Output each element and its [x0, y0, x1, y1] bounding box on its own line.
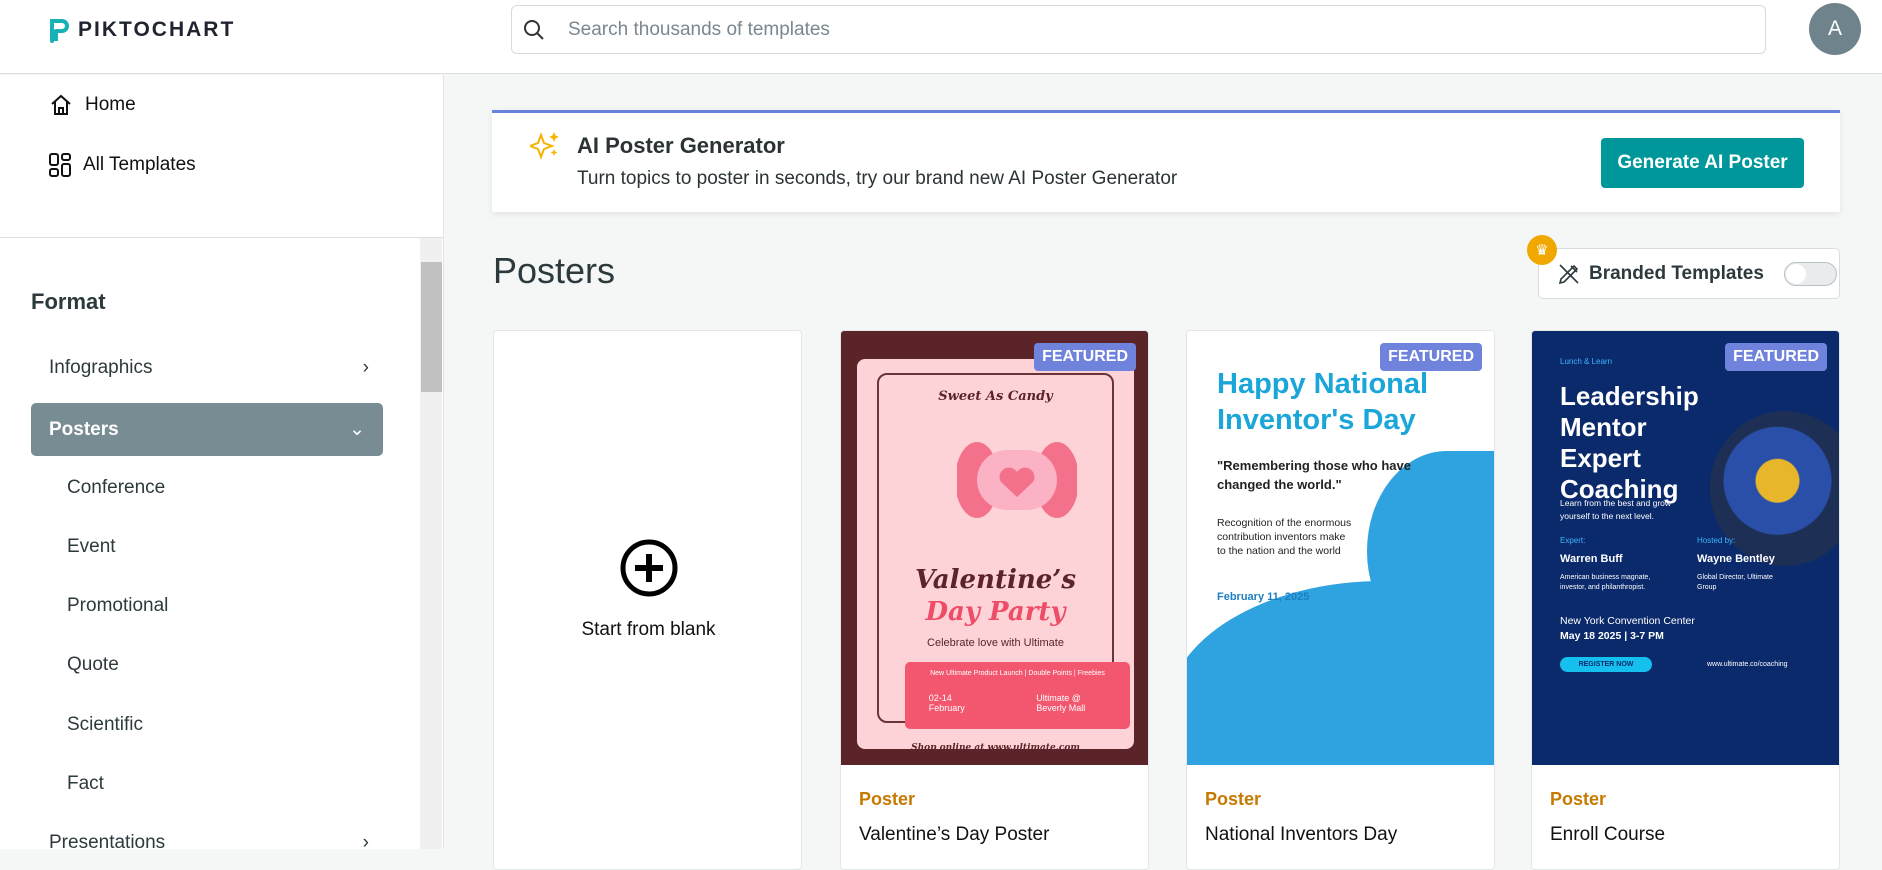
card-category: Poster: [859, 789, 916, 809]
sparkle-icon: [530, 132, 559, 160]
poster-text: American business magnate, investor, and…: [1560, 574, 1651, 591]
poster-text: May 18 2025 | 3-7 PM: [1560, 630, 1664, 642]
poster-text: Celebrate love with Ultimate: [927, 637, 1064, 649]
top-header: PIKTOCHART A: [0, 0, 1882, 74]
user-avatar[interactable]: A: [1809, 3, 1861, 55]
featured-badge: FEATURED: [1034, 343, 1136, 371]
logo-text: PIKTOCHART: [78, 18, 236, 41]
sidebar-divider: [0, 237, 444, 238]
search-icon: [524, 19, 544, 40]
sidebar-item-presentations[interactable]: Presentations ›: [49, 832, 369, 854]
search-input[interactable]: [568, 18, 1765, 41]
generate-ai-poster-button[interactable]: Generate AI Poster: [1601, 138, 1804, 188]
start-from-blank-label: Start from blank: [581, 619, 716, 640]
branded-templates-toggle[interactable]: Branded Templates: [1538, 248, 1840, 299]
poster-text: REGISTER NOW: [1560, 657, 1652, 672]
template-thumbnail: Sweet As Candy Valentine’s Day Party Cel…: [841, 331, 1148, 765]
template-thumbnail: Happy National Inventor's Day "Rememberi…: [1187, 331, 1494, 765]
card-title[interactable]: Enroll Course: [1550, 824, 1665, 846]
format-heading: Format: [31, 289, 106, 314]
poster-text: Valentine’s: [915, 565, 1076, 595]
poster-text: "Remembering those who have changed the …: [1217, 458, 1411, 492]
sidebar-sub-scientific[interactable]: Scientific: [67, 714, 143, 736]
poster-text: Hosted by:: [1697, 536, 1736, 545]
poster-text: Wayne Bentley: [1697, 553, 1775, 565]
featured-badge: FEATURED: [1725, 343, 1827, 371]
poster-text: Sweet As Candy: [938, 389, 1053, 404]
poster-text: Happy National Inventor's Day: [1217, 368, 1429, 436]
sidebar-item-all-templates[interactable]: All Templates: [49, 153, 196, 177]
templates-grid-icon: [49, 153, 71, 177]
poster-text: Warren Buff: [1560, 553, 1623, 565]
piktochart-logo-icon: [50, 19, 69, 43]
template-card[interactable]: Lunch & Learn Leadership Mentor Expert C…: [1531, 330, 1840, 870]
poster-text: 02-14 February: [928, 693, 965, 713]
scrollbar-thumb[interactable]: [421, 262, 442, 392]
poster-text: Day Party: [925, 597, 1066, 627]
page-title: Posters: [493, 250, 616, 291]
infographics-label: Infographics: [49, 357, 153, 378]
search-bar[interactable]: [511, 5, 1766, 54]
presentations-label: Presentations: [49, 832, 166, 853]
brush-pencil-icon: [1558, 263, 1579, 284]
branded-templates-label: Branded Templates: [1589, 262, 1764, 284]
banner-subtitle: Turn topics to poster in seconds, try ou…: [577, 168, 1178, 189]
featured-badge: FEATURED: [1380, 343, 1482, 371]
poster-text: New York Convention Center May 18 2025 | …: [1560, 614, 1695, 644]
card-title[interactable]: Valentine’s Day Poster: [859, 824, 1049, 846]
start-from-blank-card[interactable]: Start from blank: [493, 330, 802, 870]
sidebar-sub-fact[interactable]: Fact: [67, 773, 104, 795]
poster-text: www.ultimate.co/coaching: [1707, 661, 1788, 668]
sidebar-sub-quote[interactable]: Quote: [67, 654, 119, 676]
sidebar-item-infographics[interactable]: Infographics ›: [49, 357, 369, 379]
sidebar-item-home[interactable]: Home: [49, 93, 136, 117]
ai-poster-banner: AI Poster Generator Turn topics to poste…: [492, 110, 1840, 212]
poster-text: Learn from the best and grow yourself to…: [1560, 498, 1672, 521]
poster-text: February 11, 2025: [1217, 591, 1310, 603]
sidebar-sub-promotional[interactable]: Promotional: [67, 595, 168, 617]
posters-label: Posters: [49, 418, 119, 440]
chevron-right-icon: ›: [362, 832, 369, 853]
sidebar-sub-conference[interactable]: Conference: [67, 477, 165, 499]
poster-text: Global Director, Ultimate Group: [1697, 574, 1773, 591]
all-templates-label: All Templates: [83, 154, 196, 175]
chevron-down-icon: ⌄: [349, 419, 365, 440]
plus-circle-icon: [620, 539, 678, 597]
poster-text: New York Convention Center: [1560, 615, 1695, 627]
poster-text: Lunch & Learn: [1560, 357, 1613, 366]
candy-heart-illustration: [957, 442, 1077, 518]
template-card[interactable]: Sweet As Candy Valentine’s Day Party Cel…: [840, 330, 1149, 870]
poster-text: Ultimate @ Beverly Mall: [1036, 693, 1086, 713]
home-label: Home: [85, 94, 136, 115]
poster-text: Recognition of the enormous contribution…: [1217, 517, 1352, 557]
piktochart-logo[interactable]: PIKTOCHART: [48, 17, 235, 43]
toggle-switch[interactable]: [1783, 261, 1837, 286]
poster-text: Leadership Mentor Expert Coaching: [1560, 381, 1699, 504]
sidebar-sub-event[interactable]: Event: [67, 536, 116, 558]
poster-text: New Ultimate Product Launch | Double Poi…: [930, 670, 1105, 677]
home-icon: [51, 94, 71, 115]
banner-title: AI Poster Generator: [577, 133, 785, 158]
card-category: Poster: [1205, 789, 1262, 809]
poster-text: Expert:: [1560, 536, 1586, 545]
chevron-right-icon: ›: [362, 357, 369, 378]
crown-icon: ♛: [1527, 235, 1557, 265]
card-title[interactable]: National Inventors Day: [1205, 824, 1397, 846]
template-card[interactable]: Happy National Inventor's Day "Rememberi…: [1186, 330, 1495, 870]
template-thumbnail: Lunch & Learn Leadership Mentor Expert C…: [1532, 331, 1839, 765]
sidebar-item-posters[interactable]: Posters ⌄: [31, 403, 383, 456]
card-category: Poster: [1550, 789, 1607, 809]
poster-text: Shop online at www.ultimate.com: [911, 743, 1080, 753]
